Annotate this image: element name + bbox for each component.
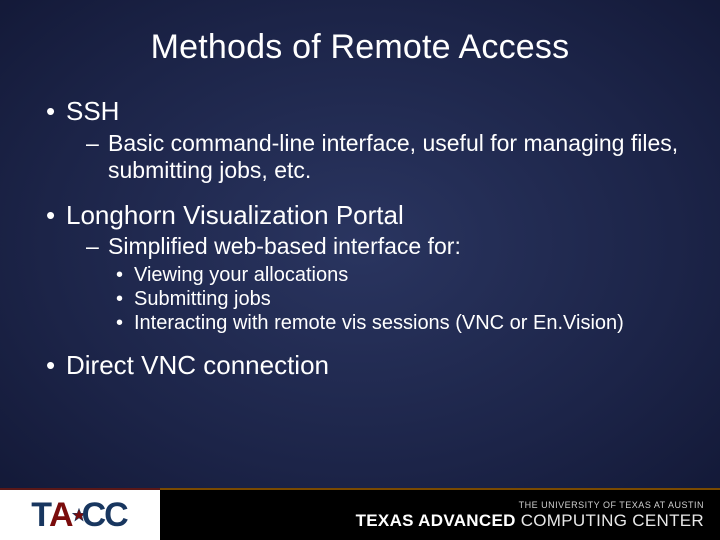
university-line: THE UNIVERSITY OF TEXAS AT AUSTIN: [519, 500, 704, 510]
dash-icon: –: [86, 233, 108, 260]
slide: Methods of Remote Access • SSH – Basic c…: [0, 0, 720, 540]
l2-text: Simplified web-based interface for:: [108, 233, 461, 261]
list-item: • Viewing your allocations: [116, 263, 680, 287]
logo-letter: A: [49, 496, 74, 535]
l1-text: Longhorn Visualization Portal: [66, 199, 404, 232]
slide-content: • SSH – Basic command-line interface, us…: [40, 95, 680, 381]
bullet-icon: •: [116, 265, 134, 285]
l3-text: Interacting with remote vis sessions (VN…: [134, 311, 624, 335]
bullet-icon: •: [116, 289, 134, 309]
footer-text-box: THE UNIVERSITY OF TEXAS AT AUSTIN TEXAS …: [160, 488, 720, 540]
bullet-icon: •: [46, 352, 66, 378]
bullet-icon: •: [46, 98, 66, 124]
list-item: • Direct VNC connection: [46, 349, 680, 382]
logo-letter: C: [82, 496, 107, 535]
l2-text: Basic command-line interface, useful for…: [108, 130, 680, 185]
center-bold: TEXAS ADVANCED: [356, 511, 516, 530]
center-line: TEXAS ADVANCED COMPUTING CENTER: [356, 511, 704, 531]
list-item: • SSH – Basic command-line interface, us…: [46, 95, 680, 185]
bullet-icon: •: [116, 313, 134, 333]
list-item: • Submitting jobs: [116, 287, 680, 311]
l3-text: Submitting jobs: [134, 287, 271, 311]
dash-icon: –: [86, 130, 108, 157]
list-item: – Simplified web-based interface for: • …: [86, 233, 680, 335]
center-light: COMPUTING CENTER: [516, 511, 704, 530]
list-item: • Longhorn Visualization Portal – Simpli…: [46, 199, 680, 335]
list-item: • Interacting with remote vis sessions (…: [116, 311, 680, 335]
slide-title: Methods of Remote Access: [40, 28, 680, 67]
list-item: – Basic command-line interface, useful f…: [86, 130, 680, 185]
footer: T A C C THE UNIVERSITY OF TEXAS AT AUSTI…: [0, 488, 720, 540]
tacc-logo: T A C C: [31, 496, 128, 535]
l3-text: Viewing your allocations: [134, 263, 348, 287]
logo-letter: C: [104, 496, 129, 535]
footer-logo-box: T A C C: [0, 488, 160, 540]
bullet-icon: •: [46, 202, 66, 228]
l1-text: Direct VNC connection: [66, 349, 329, 382]
l1-text: SSH: [66, 95, 119, 128]
